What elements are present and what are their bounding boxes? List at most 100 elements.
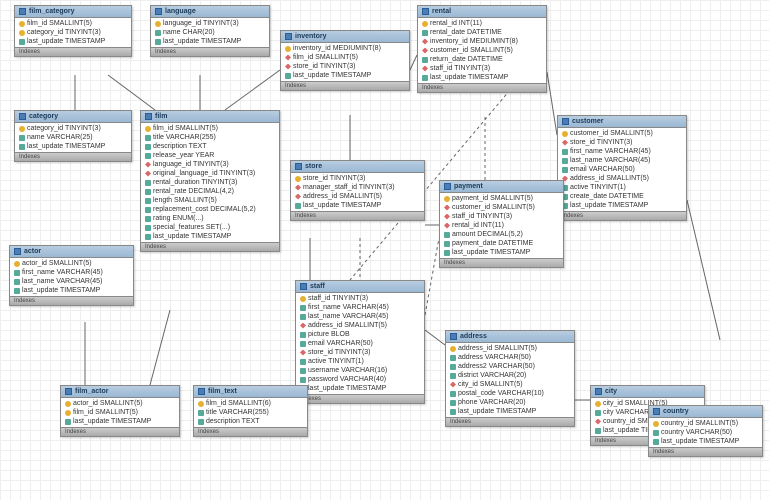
table-header[interactable]: country [649,406,762,418]
column-row[interactable]: category_id TINYINT(3) [15,124,131,133]
column-row[interactable]: country VARCHAR(50) [649,428,762,437]
column-row[interactable]: payment_date DATETIME [440,239,563,248]
table-store[interactable]: storestore_id TINYINT(3)manager_staff_id… [290,160,425,221]
indexes-footer[interactable]: Indexes [151,47,269,56]
column-row[interactable]: last_update TIMESTAMP [151,37,269,46]
table-header[interactable]: film [141,111,279,123]
indexes-footer[interactable]: Indexes [296,394,424,403]
column-row[interactable]: film_id SMALLINT(5) [281,53,409,62]
column-row[interactable]: address_id SMALLINT(5) [446,344,574,353]
table-film_category[interactable]: film_categoryfilm_id SMALLINT(5)category… [14,5,132,57]
column-row[interactable]: rating ENUM(...) [141,214,279,223]
column-row[interactable]: email VARCHAR(50) [296,339,424,348]
indexes-footer[interactable]: Indexes [194,427,307,436]
column-row[interactable]: language_id TINYINT(3) [151,19,269,28]
table-header[interactable]: store [291,161,424,173]
indexes-footer[interactable]: Indexes [649,447,762,456]
column-row[interactable]: customer_id SMALLINT(5) [440,203,563,212]
column-row[interactable]: store_id TINYINT(3) [558,138,686,147]
column-row[interactable]: email VARCHAR(50) [558,165,686,174]
column-row[interactable]: last_update TIMESTAMP [418,73,546,82]
column-row[interactable]: address2 VARCHAR(50) [446,362,574,371]
table-header[interactable]: payment [440,181,563,193]
column-row[interactable]: username VARCHAR(16) [296,366,424,375]
column-row[interactable]: category_id TINYINT(3) [15,28,131,37]
indexes-footer[interactable]: Indexes [10,296,133,305]
column-row[interactable]: last_update TIMESTAMP [446,407,574,416]
table-header[interactable]: city [591,386,704,398]
column-row[interactable]: language_id TINYINT(3) [141,160,279,169]
column-row[interactable]: return_date DATETIME [418,55,546,64]
column-row[interactable]: last_name VARCHAR(45) [558,156,686,165]
table-header[interactable]: address [446,331,574,343]
table-header[interactable]: customer [558,116,686,128]
column-row[interactable]: store_id TINYINT(3) [296,348,424,357]
table-staff[interactable]: staffstaff_id TINYINT(3)first_name VARCH… [295,280,425,404]
table-header[interactable]: film_category [15,6,131,18]
column-row[interactable]: rental_rate DECIMAL(4,2) [141,187,279,196]
table-payment[interactable]: paymentpayment_id SMALLINT(5)customer_id… [439,180,564,268]
table-header[interactable]: film_text [194,386,307,398]
column-row[interactable]: release_year YEAR [141,151,279,160]
indexes-footer[interactable]: Indexes [446,417,574,426]
column-row[interactable]: last_update TIMESTAMP [15,142,131,151]
column-row[interactable]: customer_id SMALLINT(5) [418,46,546,55]
indexes-footer[interactable]: Indexes [440,258,563,267]
column-row[interactable]: store_id TINYINT(3) [281,62,409,71]
column-row[interactable]: rental_id INT(11) [418,19,546,28]
column-row[interactable]: last_update TIMESTAMP [440,248,563,257]
column-row[interactable]: staff_id TINYINT(3) [440,212,563,221]
column-row[interactable]: last_update TIMESTAMP [558,201,686,210]
column-row[interactable]: title VARCHAR(255) [194,408,307,417]
column-row[interactable]: last_name VARCHAR(45) [10,277,133,286]
column-row[interactable]: film_id SMALLINT(6) [194,399,307,408]
table-inventory[interactable]: inventoryinventory_id MEDIUMINT(8)film_i… [280,30,410,91]
column-row[interactable]: last_update TIMESTAMP [15,37,131,46]
column-row[interactable]: address_id SMALLINT(5) [296,321,424,330]
column-row[interactable]: inventory_id MEDIUMINT(8) [281,44,409,53]
column-row[interactable]: password VARCHAR(40) [296,375,424,384]
column-row[interactable]: rental_id INT(11) [440,221,563,230]
table-film_text[interactable]: film_textfilm_id SMALLINT(6)title VARCHA… [193,385,308,437]
column-row[interactable]: staff_id TINYINT(3) [296,294,424,303]
column-row[interactable]: country_id SMALLINT(5) [649,419,762,428]
column-row[interactable]: last_name VARCHAR(45) [296,312,424,321]
column-row[interactable]: address_id SMALLINT(5) [558,174,686,183]
column-row[interactable]: staff_id TINYINT(3) [418,64,546,73]
column-row[interactable]: postal_code VARCHAR(10) [446,389,574,398]
column-row[interactable]: store_id TINYINT(3) [291,174,424,183]
table-film_actor[interactable]: film_actoractor_id SMALLINT(5)film_id SM… [60,385,180,437]
column-row[interactable]: rental_date DATETIME [418,28,546,37]
table-header[interactable]: film_actor [61,386,179,398]
column-row[interactable]: replacement_cost DECIMAL(5,2) [141,205,279,214]
table-language[interactable]: languagelanguage_id TINYINT(3)name CHAR(… [150,5,270,57]
column-row[interactable]: amount DECIMAL(5,2) [440,230,563,239]
indexes-footer[interactable]: Indexes [15,47,131,56]
column-row[interactable]: last_update TIMESTAMP [296,384,424,393]
column-row[interactable]: city_id SMALLINT(5) [446,380,574,389]
table-header[interactable]: staff [296,281,424,293]
table-actor[interactable]: actoractor_id SMALLINT(5)first_name VARC… [9,245,134,306]
indexes-footer[interactable]: Indexes [558,211,686,220]
column-row[interactable]: first_name VARCHAR(45) [296,303,424,312]
column-row[interactable]: payment_id SMALLINT(5) [440,194,563,203]
column-row[interactable]: first_name VARCHAR(45) [558,147,686,156]
indexes-footer[interactable]: Indexes [61,427,179,436]
column-row[interactable]: inventory_id MEDIUMINT(8) [418,37,546,46]
table-header[interactable]: rental [418,6,546,18]
column-row[interactable]: special_features SET(...) [141,223,279,232]
table-film[interactable]: filmfilm_id SMALLINT(5)title VARCHAR(255… [140,110,280,252]
column-row[interactable]: manager_staff_id TINYINT(3) [291,183,424,192]
column-row[interactable]: actor_id SMALLINT(5) [61,399,179,408]
indexes-footer[interactable]: Indexes [291,211,424,220]
indexes-footer[interactable]: Indexes [418,83,546,92]
column-row[interactable]: rental_duration TINYINT(3) [141,178,279,187]
table-header[interactable]: language [151,6,269,18]
column-row[interactable]: last_update TIMESTAMP [10,286,133,295]
column-row[interactable]: actor_id SMALLINT(5) [10,259,133,268]
column-row[interactable]: active TINYINT(1) [558,183,686,192]
column-row[interactable]: last_update TIMESTAMP [61,417,179,426]
column-row[interactable]: customer_id SMALLINT(5) [558,129,686,138]
column-row[interactable]: name CHAR(20) [151,28,269,37]
table-country[interactable]: countrycountry_id SMALLINT(5)country VAR… [648,405,763,457]
